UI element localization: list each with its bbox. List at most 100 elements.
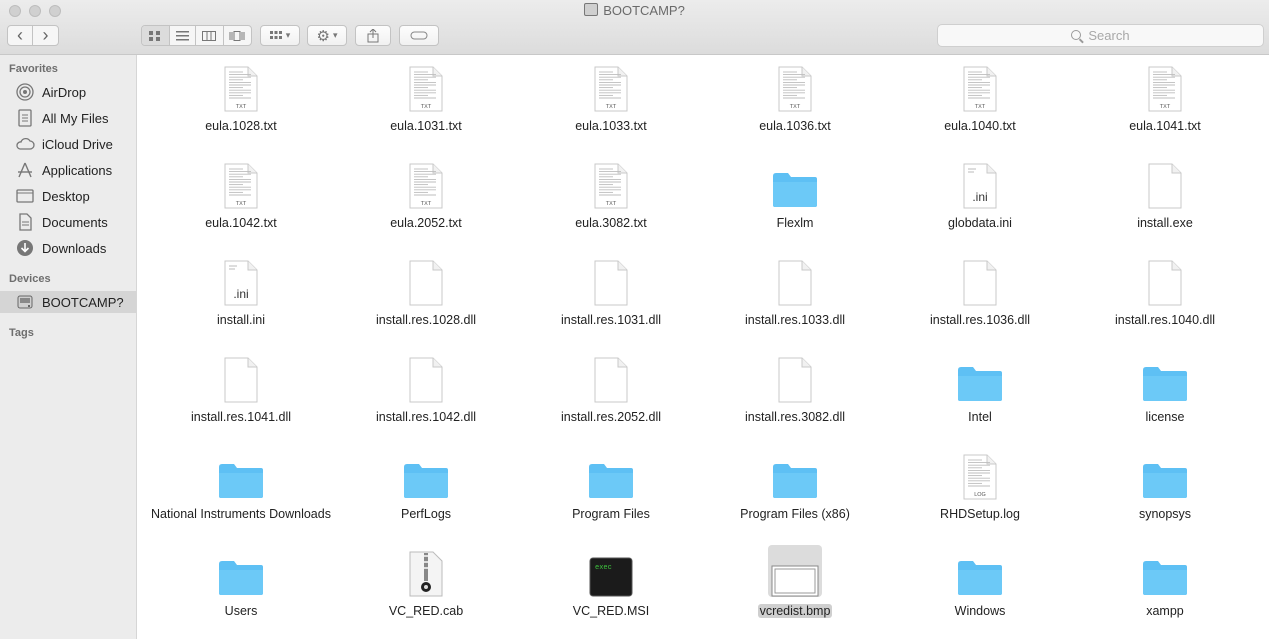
- svg-text:TXT: TXT: [236, 201, 247, 207]
- arrange-button[interactable]: ▾: [260, 25, 300, 46]
- blank-file-icon: [149, 351, 333, 403]
- file-item[interactable]: install.res.2052.dll: [519, 351, 703, 425]
- sidebar-item-desktop[interactable]: Desktop: [0, 185, 136, 207]
- file-item[interactable]: TXT eula.1040.txt: [888, 60, 1072, 134]
- file-item[interactable]: Program Files (x86): [703, 448, 887, 522]
- sidebar-item-documents[interactable]: Documents: [0, 211, 136, 233]
- sidebar-item-bootcamp[interactable]: BOOTCAMP?: [0, 291, 136, 313]
- folder-icon: [334, 448, 518, 500]
- cover-flow-view-button[interactable]: [224, 26, 251, 45]
- file-item[interactable]: synopsys: [1073, 448, 1257, 522]
- share-button[interactable]: [355, 25, 391, 46]
- search-icon: [1071, 29, 1082, 40]
- cover-flow-icon: [229, 30, 245, 41]
- applications-icon: [15, 160, 35, 180]
- blank-file-icon: [334, 254, 518, 306]
- sidebar-item-airdrop[interactable]: AirDrop: [0, 81, 136, 103]
- search-field[interactable]: Search: [937, 24, 1264, 47]
- file-item[interactable]: TXT eula.1036.txt: [703, 60, 887, 134]
- file-name: RHDSetup.log: [940, 507, 1020, 521]
- file-item[interactable]: install.res.1042.dll: [334, 351, 518, 425]
- file-item[interactable]: Users: [149, 545, 333, 619]
- chevron-down-icon: ▾: [285, 30, 291, 40]
- file-item[interactable]: LOG RHDSetup.log: [888, 448, 1072, 522]
- file-item[interactable]: .ini install.ini: [149, 254, 333, 328]
- svg-text:TXT: TXT: [606, 201, 617, 207]
- file-name: install.exe: [1137, 216, 1193, 230]
- file-name: install.res.1031.dll: [560, 313, 662, 327]
- folder-icon: [888, 545, 1072, 597]
- blank-file-icon: [888, 254, 1072, 306]
- file-item[interactable]: Program Files: [519, 448, 703, 522]
- svg-text:.ini: .ini: [972, 190, 987, 204]
- file-name: eula.1033.txt: [575, 119, 647, 133]
- list-view-button[interactable]: [170, 26, 197, 45]
- file-name: eula.1040.txt: [944, 119, 1016, 133]
- ini-file-icon: .ini: [149, 254, 333, 306]
- file-item[interactable]: install.res.1040.dll: [1073, 254, 1257, 328]
- txt-file-icon: TXT: [519, 157, 703, 209]
- action-button[interactable]: ⚙ ▾: [307, 25, 347, 46]
- file-item[interactable]: install.res.1028.dll: [334, 254, 518, 328]
- sidebar-item-icloud-drive[interactable]: iCloud Drive: [0, 133, 136, 155]
- file-name: license: [1145, 410, 1185, 424]
- file-item[interactable]: install.res.1033.dll: [703, 254, 887, 328]
- all-files-icon: [15, 108, 35, 128]
- blank-file-icon: [1073, 157, 1257, 209]
- file-item[interactable]: Flexlm: [703, 157, 887, 231]
- svg-text:TXT: TXT: [1160, 104, 1171, 110]
- file-item[interactable]: xampp: [1073, 545, 1257, 619]
- txt-file-icon: TXT: [519, 60, 703, 112]
- file-grid: TXT eula.1028.txt TXT eula.1031.txt TXT eula.…: [138, 55, 1269, 639]
- file-item[interactable]: exec VC_RED.MSI: [519, 545, 703, 619]
- file-item[interactable]: TXT eula.1042.txt: [149, 157, 333, 231]
- file-item[interactable]: Intel: [888, 351, 1072, 425]
- txt-file-icon: TXT: [149, 60, 333, 112]
- file-name: Flexlm: [776, 216, 814, 230]
- file-item[interactable]: install.res.1031.dll: [519, 254, 703, 328]
- file-item[interactable]: TXT eula.1031.txt: [334, 60, 518, 134]
- file-item[interactable]: install.res.1036.dll: [888, 254, 1072, 328]
- file-name: Program Files: [572, 507, 650, 521]
- folder-icon: [703, 157, 887, 209]
- file-item[interactable]: TXT eula.1033.txt: [519, 60, 703, 134]
- icon-view-button[interactable]: [142, 26, 170, 45]
- gear-icon: ⚙: [316, 27, 330, 45]
- svg-text:TXT: TXT: [421, 201, 432, 207]
- folder-icon: [888, 351, 1072, 403]
- file-name: eula.1042.txt: [205, 216, 277, 230]
- sidebar-item-applications[interactable]: Applications: [0, 159, 136, 181]
- list-icon: [175, 30, 189, 40]
- folder-icon: [1073, 448, 1257, 500]
- file-item[interactable]: PerfLogs: [334, 448, 518, 522]
- column-view-button[interactable]: [196, 26, 224, 45]
- file-name: install.res.1042.dll: [375, 410, 477, 424]
- file-name: Intel: [968, 410, 992, 424]
- file-name: eula.1041.txt: [1129, 119, 1201, 133]
- blank-file-icon: [703, 254, 887, 306]
- svg-text:TXT: TXT: [421, 104, 432, 110]
- file-item[interactable]: VC_RED.cab: [334, 545, 518, 619]
- file-item[interactable]: install.res.3082.dll: [703, 351, 887, 425]
- file-item[interactable]: vcredist.bmp: [703, 545, 887, 619]
- file-item[interactable]: install.res.1041.dll: [149, 351, 333, 425]
- file-item[interactable]: TXT eula.3082.txt: [519, 157, 703, 231]
- file-item[interactable]: TXT eula.1041.txt: [1073, 60, 1257, 134]
- file-name: PerfLogs: [400, 507, 452, 521]
- file-item[interactable]: Windows: [888, 545, 1072, 619]
- file-item[interactable]: TXT eula.1028.txt: [149, 60, 333, 134]
- forward-button[interactable]: ›: [33, 26, 58, 45]
- file-item[interactable]: TXT eula.2052.txt: [334, 157, 518, 231]
- file-item[interactable]: install.exe: [1073, 157, 1257, 231]
- file-item[interactable]: National Instruments Downloads: [149, 448, 333, 522]
- file-name: Users: [224, 604, 258, 618]
- sidebar-item-downloads[interactable]: Downloads: [0, 237, 136, 259]
- file-item[interactable]: license: [1073, 351, 1257, 425]
- back-button[interactable]: ‹: [8, 26, 34, 45]
- file-item[interactable]: .ini globdata.ini: [888, 157, 1072, 231]
- tags-button[interactable]: [399, 25, 439, 46]
- sidebar-item-all-my-files[interactable]: All My Files: [0, 107, 136, 129]
- tags-heading: Tags: [9, 327, 34, 339]
- file-name: install.res.1028.dll: [375, 313, 477, 327]
- txt-file-icon: TXT: [334, 157, 518, 209]
